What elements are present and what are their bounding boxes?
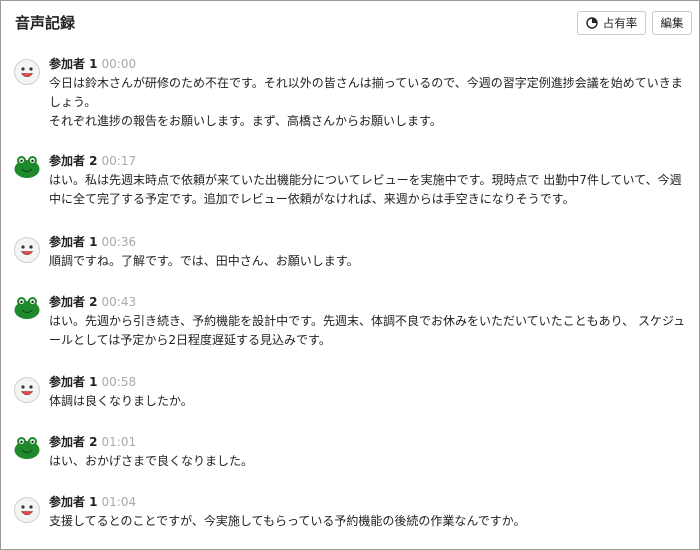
speaker-name: 参加者 1	[49, 375, 98, 389]
timestamp[interactable]: 00:58	[102, 375, 137, 389]
green-frog-avatar-icon	[14, 297, 40, 319]
utterance-text: 支援してるとのことですが、今実施してもらっている予約機能の後続の作業なんですか。	[49, 512, 691, 531]
utterance-line: 支援してるとのことですが、今実施してもらっている予約機能の後続の作業なんですか。	[49, 514, 526, 528]
entry-meta: 参加者 2 00:43	[49, 293, 136, 310]
voice-record-panel: 音声記録 占有率 編集 参加者 1 00:00 今日は鈴木さんが研修のため不在です…	[0, 0, 700, 550]
utterance-line: 今日は鈴木さんが研修のため不在です。それ以外の皆さんは揃っているので、今週の習字…	[49, 76, 683, 109]
utterance-line: はい。先週から引き続き、予約機能を設計中です。先週末、体調不良でお休みをいただい…	[49, 314, 686, 347]
utterance-line: 体調は良くなりましたか。	[49, 394, 193, 408]
panel-header: 音声記録 占有率 編集	[1, 1, 699, 43]
speaker-name: 参加者 1	[49, 57, 98, 71]
utterance-line: 順調ですね。了解です。では、田中さん、お願いします。	[49, 254, 359, 268]
utterance-line: それぞれ進捗の報告をお願いします。まず、高橋さんからお願いします。	[49, 114, 442, 128]
utterance-line: はい、おかげさまで良くなりました。	[49, 454, 254, 468]
speaker-name: 参加者 1	[49, 495, 98, 509]
speaker-name: 参加者 2	[49, 295, 98, 309]
page-title: 音声記録	[15, 14, 76, 32]
entry-meta: 参加者 2 01:01	[49, 433, 136, 450]
white-avatar-icon	[14, 497, 40, 523]
entry-meta: 参加者 1 01:04	[49, 493, 136, 510]
white-avatar-icon	[14, 377, 40, 403]
speaker-name: 参加者 2	[49, 154, 98, 168]
green-frog-avatar-icon	[14, 156, 40, 178]
timestamp[interactable]: 01:04	[102, 495, 137, 509]
utterance-text: はい。先週から引き続き、予約機能を設計中です。先週末、体調不良でお休みをいただい…	[49, 312, 691, 350]
speaker-name: 参加者 2	[49, 435, 98, 449]
timestamp[interactable]: 00:36	[102, 235, 137, 249]
timestamp[interactable]: 00:43	[102, 295, 137, 309]
entry-meta: 参加者 1 00:36	[49, 233, 136, 250]
pie-chart-icon	[586, 17, 598, 29]
utterance-text: はい、おかげさまで良くなりました。	[49, 452, 691, 471]
white-avatar-icon	[14, 59, 40, 85]
utterance-text: 今日は鈴木さんが研修のため不在です。それ以外の皆さんは揃っているので、今週の習字…	[49, 74, 691, 131]
timestamp[interactable]: 00:00	[102, 57, 137, 71]
timestamp[interactable]: 00:17	[102, 154, 137, 168]
timestamp[interactable]: 01:01	[102, 435, 137, 449]
edit-button-label: 編集	[660, 16, 684, 30]
utterance-text: はい。私は先週末時点で依頼が来ていた出機能分についてレビューを実施中です。現時点…	[49, 171, 691, 209]
entry-meta: 参加者 1 00:58	[49, 373, 136, 390]
entry-meta: 参加者 2 00:17	[49, 152, 136, 169]
white-avatar-icon	[14, 237, 40, 263]
occupancy-button-label: 占有率	[602, 16, 638, 30]
utterance-text: 順調ですね。了解です。では、田中さん、お願いします。	[49, 252, 691, 271]
edit-button[interactable]: 編集	[652, 11, 692, 35]
utterance-line: はい。私は先週末時点で依頼が来ていた出機能分についてレビューを実施中です。現時点…	[49, 173, 682, 206]
entry-meta: 参加者 1 00:00	[49, 55, 136, 72]
utterance-text: 体調は良くなりましたか。	[49, 392, 691, 411]
green-frog-avatar-icon	[14, 437, 40, 459]
speaker-name: 参加者 1	[49, 235, 98, 249]
occupancy-button[interactable]: 占有率	[577, 11, 646, 35]
